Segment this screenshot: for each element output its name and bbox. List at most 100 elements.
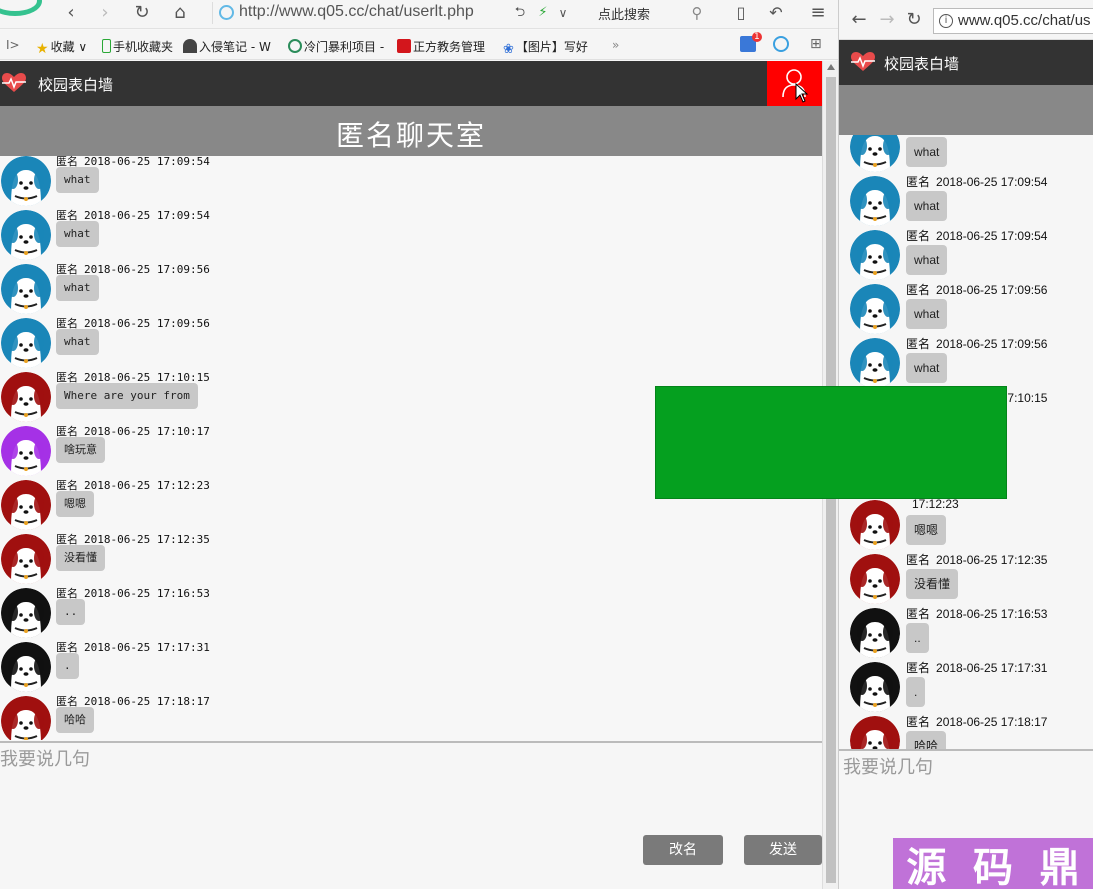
- rename-button[interactable]: 改名: [643, 835, 723, 865]
- message-bubble: ..: [56, 599, 86, 625]
- avatar[interactable]: [850, 284, 900, 334]
- avatar[interactable]: [850, 338, 900, 388]
- message-meta: 匿名 2018-06-25 17:18:17: [906, 713, 1047, 730]
- message-bubble: what: [906, 191, 948, 221]
- watermark-char: 码: [972, 843, 1013, 889]
- send-button[interactable]: 发送: [744, 835, 822, 865]
- home-icon[interactable]: ⌂: [168, 2, 192, 24]
- message-input[interactable]: [0, 745, 822, 825]
- message-user: 匿名: [906, 175, 931, 189]
- message-meta: 匿名 2018-06-25 17:09:54: [906, 227, 1047, 244]
- message-bubble: ..: [906, 623, 929, 653]
- bookmark-mobile[interactable]: 手机收藏夹: [102, 38, 173, 55]
- message-bubble: Where are your from: [56, 383, 198, 409]
- message-time: 2018-06-25 17:12:35: [936, 553, 1048, 567]
- back-icon[interactable]: ‹: [60, 2, 82, 24]
- message-meta: 匿名 2018-06-25 17:09:56: [906, 335, 1047, 352]
- ip-tool-icon[interactable]: 1: [740, 32, 762, 52]
- message-time: 2018-06-25 17:16:53: [936, 607, 1048, 621]
- search-icon[interactable]: ⚲: [688, 2, 706, 24]
- message-time: 2018-06-25 17:16:53: [84, 587, 210, 600]
- avatar[interactable]: [850, 135, 900, 172]
- address-bar[interactable]: i www.q05.cc/chat/us: [933, 8, 1093, 34]
- heart-icon: [851, 52, 875, 71]
- sidebar-toggle-icon[interactable]: I>: [6, 38, 20, 52]
- bookmarks-bar: I> ★ 收藏 ∨ 手机收藏夹 入侵笔记 - W 冷门暴利项目 - 正方教务管理 …: [0, 30, 838, 60]
- bookmark-label: 正方教务管理: [413, 40, 486, 54]
- apps-grid-icon[interactable]: ⊞: [810, 36, 822, 52]
- minus-circle-icon[interactable]: [773, 36, 789, 52]
- bookmark-label: 收藏: [50, 40, 75, 54]
- message-time: 2018-06-25 17:09:56: [936, 283, 1048, 297]
- app-header: 校园表白墙: [0, 61, 822, 106]
- chatroom-header: [839, 85, 1093, 135]
- message-meta: 匿名 2018-06-25 17:09:54: [906, 173, 1047, 190]
- avatar[interactable]: [850, 554, 900, 604]
- avatar[interactable]: [1, 156, 51, 206]
- message-time: 17:12:23: [912, 497, 959, 511]
- bookmark-academic[interactable]: 正方教务管理: [397, 38, 485, 55]
- list-item: 匿名 2018-06-25 17:09:54 what: [0, 209, 822, 264]
- message-bubble: what: [906, 245, 948, 275]
- bookmark-images[interactable]: ❀ 【图片】写好: [503, 38, 588, 57]
- avatar[interactable]: [1, 642, 51, 692]
- undo-icon[interactable]: ↶: [766, 2, 786, 24]
- avatar[interactable]: [850, 662, 900, 712]
- avatar[interactable]: [1, 696, 51, 740]
- bookmark-hack-notes[interactable]: 入侵笔记 - W: [183, 38, 271, 55]
- avatar[interactable]: [1, 318, 51, 368]
- refresh-icon[interactable]: ↻: [903, 9, 925, 31]
- browser-logo-icon: [0, 0, 42, 16]
- watermark-char: 源: [906, 843, 947, 889]
- avatar[interactable]: [1, 210, 51, 260]
- avatar[interactable]: [850, 176, 900, 226]
- watermark-char: 鼎: [1039, 843, 1080, 889]
- message-time: 2018-06-25 17:12:35: [84, 533, 210, 546]
- message-bubble: 哈哈: [906, 731, 947, 749]
- menu-icon[interactable]: ≡: [808, 2, 828, 24]
- speed-icon[interactable]: ⚡: [536, 2, 550, 24]
- message-meta: 17:12:23: [906, 497, 959, 511]
- bookmark-label: 【图片】写好: [515, 40, 588, 54]
- bookmarks-more[interactable]: »: [612, 38, 619, 52]
- avatar[interactable]: [850, 716, 900, 749]
- chevron-down-icon[interactable]: ∨: [556, 2, 570, 24]
- search-box[interactable]: 点此搜索: [598, 4, 650, 23]
- tablet-icon[interactable]: ▯: [732, 2, 750, 24]
- hacker-icon: [183, 39, 197, 53]
- avatar[interactable]: [1, 588, 51, 638]
- browser-toolbar: ← → ↻ i www.q05.cc/chat/us: [839, 0, 1093, 40]
- avatar[interactable]: [1, 480, 51, 530]
- scroll-up-icon[interactable]: [827, 64, 835, 70]
- message-meta: 匿名 2018-06-25 17:16:53: [906, 605, 1047, 622]
- message-user: 匿名: [906, 715, 931, 729]
- message-bubble: .: [56, 653, 79, 679]
- avatar[interactable]: [1, 264, 51, 314]
- message-time: 2018-06-25 17:09:54: [936, 175, 1048, 189]
- message-input[interactable]: [843, 753, 1091, 813]
- message-bubble: what: [56, 275, 99, 301]
- avatar[interactable]: [850, 230, 900, 280]
- message-user: 匿名: [906, 607, 931, 621]
- bookmark-favorites[interactable]: ★ 收藏 ∨: [36, 38, 87, 57]
- share-icon[interactable]: ⮌: [512, 2, 528, 24]
- message-bubble: what: [906, 137, 948, 167]
- back-icon[interactable]: ←: [849, 9, 869, 31]
- forward-icon[interactable]: →: [877, 9, 897, 31]
- avatar[interactable]: [850, 500, 900, 550]
- avatar[interactable]: [1, 426, 51, 476]
- user-button[interactable]: [767, 61, 822, 106]
- refresh-icon[interactable]: ↻: [130, 2, 154, 24]
- message-time: 2018-06-25 17:18:17: [84, 695, 210, 708]
- list-item: 匿名 2018-06-25 17:09:56 what: [0, 263, 822, 318]
- watermark: 源 码 鼎: [893, 838, 1093, 889]
- avatar[interactable]: [1, 372, 51, 422]
- message-time: 2018-06-25 17:09:56: [84, 263, 210, 276]
- avatar[interactable]: [850, 608, 900, 658]
- list-item: 匿名 2018-06-25 17:16:53..: [839, 605, 1093, 662]
- app-header: 校园表白墙: [839, 40, 1093, 85]
- bookmark-projects[interactable]: 冷门暴利项目 -: [288, 38, 384, 55]
- avatar[interactable]: [1, 534, 51, 584]
- forward-icon[interactable]: ›: [94, 2, 116, 24]
- message-bubble: what: [56, 329, 99, 355]
